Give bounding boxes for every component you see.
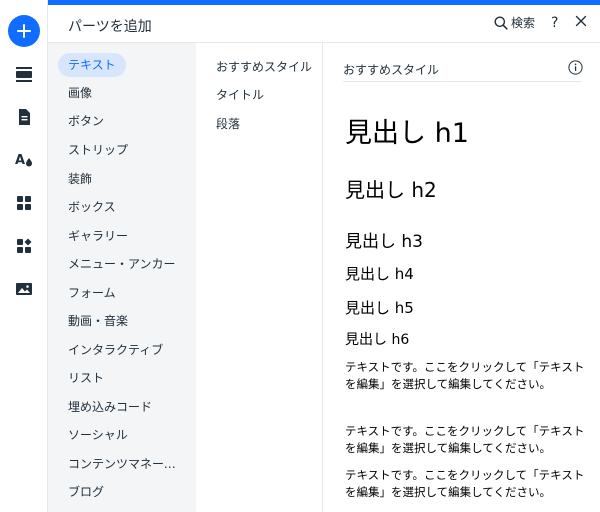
design-button[interactable]: A bbox=[8, 144, 40, 176]
category-decorative[interactable]: 装飾 bbox=[58, 167, 102, 191]
puzzle-icon bbox=[17, 238, 32, 253]
heading-h6-preset[interactable]: 見出し h6 bbox=[345, 329, 409, 349]
heading-h1-preset[interactable]: 見出し h1 bbox=[345, 111, 469, 150]
page-icon bbox=[19, 109, 30, 125]
heading-h2-preset[interactable]: 見出し h2 bbox=[345, 174, 437, 203]
theme-icon: A bbox=[15, 153, 32, 168]
search-icon bbox=[494, 16, 508, 30]
category-list: テキスト 画像 ボタン ストリップ 装飾 ボックス ギャラリー メニュー・アンカ… bbox=[48, 43, 196, 512]
category-strip[interactable]: ストリップ bbox=[58, 138, 138, 162]
paragraph-preset-3[interactable]: テキストです。ここをクリックして「テキストを編集」を選択して編集してください。 bbox=[345, 467, 585, 501]
category-image[interactable]: 画像 bbox=[58, 81, 102, 105]
left-toolbar: A bbox=[0, 0, 48, 512]
heading-h4-preset[interactable]: 見出し h4 bbox=[345, 263, 414, 284]
search-label: 検索 bbox=[511, 16, 536, 30]
heading-h3-preset[interactable]: 見出し h3 bbox=[345, 227, 423, 252]
info-icon bbox=[568, 60, 583, 75]
subcategory-paragraph[interactable]: 段落 bbox=[216, 115, 240, 132]
sections-icon bbox=[16, 67, 32, 82]
paragraph-preset-2[interactable]: テキストです。ここをクリックして「テキストを編集」を選択して編集してください。 bbox=[345, 423, 585, 457]
category-box[interactable]: ボックス bbox=[58, 195, 126, 219]
category-gallery[interactable]: ギャラリー bbox=[58, 224, 138, 248]
subcategory-list: おすすめスタイル タイトル 段落 bbox=[196, 43, 323, 512]
panel-title: パーツを追加 bbox=[68, 19, 152, 35]
info-button[interactable] bbox=[568, 60, 583, 75]
category-interactive[interactable]: インタラクティブ bbox=[58, 338, 173, 362]
category-text[interactable]: テキスト bbox=[58, 53, 126, 77]
category-list-item[interactable]: リスト bbox=[58, 366, 114, 390]
pages-button[interactable] bbox=[8, 101, 40, 133]
divider bbox=[343, 81, 581, 82]
svg-text:A: A bbox=[15, 153, 25, 168]
preview-section-title: おすすめスタイル bbox=[343, 63, 440, 77]
help-button[interactable]: ? bbox=[551, 15, 558, 31]
preview-area: おすすめスタイル 見出し h1 見出し h2 見出し h3 見出し h4 見出し… bbox=[323, 43, 600, 512]
category-video-music[interactable]: 動画・音楽 bbox=[58, 309, 138, 333]
add-elements-panel: パーツを追加 検索 ? テキスト 画像 ボタン ストリップ 装飾 ボックス ギャ… bbox=[48, 0, 600, 512]
close-icon bbox=[575, 15, 587, 27]
subcategory-title[interactable]: タイトル bbox=[216, 86, 264, 103]
category-social[interactable]: ソーシャル bbox=[58, 423, 138, 447]
add-apps-button[interactable] bbox=[8, 230, 40, 262]
category-menu-anchor[interactable]: メニュー・アンカー bbox=[58, 252, 186, 276]
apps-button[interactable] bbox=[8, 187, 40, 219]
category-content-manager[interactable]: コンテンツマネージャー bbox=[58, 452, 194, 476]
media-button[interactable] bbox=[8, 273, 40, 305]
heading-h5-preset[interactable]: 見出し h5 bbox=[345, 297, 414, 318]
search-button[interactable]: 検索 bbox=[494, 14, 535, 31]
category-blog[interactable]: ブログ bbox=[58, 480, 114, 504]
close-button[interactable] bbox=[575, 15, 587, 27]
subcategory-recommended[interactable]: おすすめスタイル bbox=[216, 58, 312, 75]
category-embed-code[interactable]: 埋め込みコード bbox=[58, 395, 162, 419]
image-icon bbox=[16, 283, 32, 295]
sections-button[interactable] bbox=[8, 58, 40, 90]
paragraph-preset-1[interactable]: テキストです。ここをクリックして「テキストを編集」を選択して編集してください。 bbox=[345, 359, 585, 393]
grid-icon bbox=[17, 196, 31, 210]
add-elements-button[interactable] bbox=[8, 15, 40, 47]
category-button[interactable]: ボタン bbox=[58, 109, 114, 133]
panel-header: パーツを追加 検索 ? bbox=[48, 5, 600, 43]
category-form[interactable]: フォーム bbox=[58, 281, 126, 305]
plus-icon bbox=[17, 24, 31, 38]
